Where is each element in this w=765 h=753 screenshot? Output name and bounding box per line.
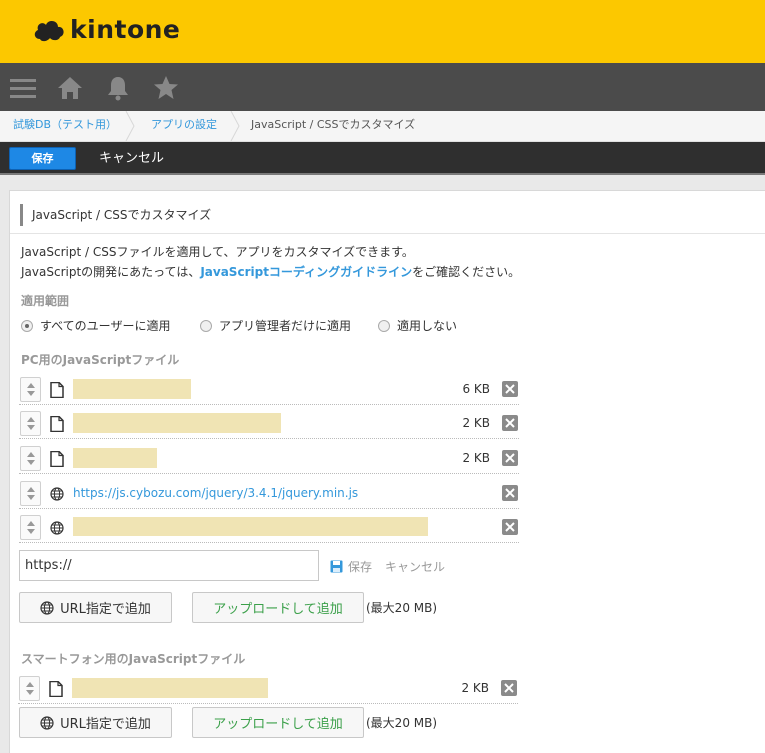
- sort-handle[interactable]: [20, 411, 41, 436]
- globe-icon: [40, 600, 54, 615]
- arrow-up-icon: [26, 521, 35, 526]
- mobile-upload-button[interactable]: アップロードして追加: [192, 707, 364, 738]
- breadcrumb-settings[interactable]: アプリの設定: [151, 111, 217, 141]
- cloud-logo-icon: [34, 20, 64, 41]
- header-bar: kintone: [0, 0, 765, 63]
- breadcrumb-app[interactable]: 試験DB（テスト用）: [13, 111, 117, 141]
- delete-icon[interactable]: [502, 450, 518, 466]
- arrow-up-icon: [26, 452, 35, 457]
- arrow-up-icon: [26, 487, 35, 492]
- file-size: 2 KB: [462, 451, 490, 465]
- description-line-2: JavaScriptの開発にあたっては、JavaScriptコーディングガイドラ…: [21, 263, 520, 280]
- action-bar: 保存 キャンセル: [0, 142, 765, 175]
- arrow-down-icon: [25, 690, 34, 695]
- url-cancel-button[interactable]: キャンセル: [385, 558, 445, 575]
- description-prefix: JavaScriptの開発にあたっては、: [21, 265, 201, 279]
- file-size: 2 KB: [461, 681, 489, 695]
- upload-button[interactable]: アップロードして追加: [192, 592, 364, 623]
- scope-label: 適用範囲: [21, 294, 70, 308]
- file-url-link[interactable]: https://js.cybozu.com/jquery/3.4.1/jquer…: [73, 486, 358, 500]
- radio-unchecked-icon: [200, 319, 212, 332]
- scope-radio-none[interactable]: 適用しない: [378, 317, 457, 334]
- max-size-label: (最大20 MB): [366, 716, 438, 730]
- file-name[interactable]: [73, 413, 281, 433]
- arrow-down-icon: [26, 391, 35, 396]
- file-name[interactable]: [72, 678, 268, 698]
- star-icon[interactable]: [152, 74, 180, 102]
- sort-handle[interactable]: [20, 481, 41, 506]
- file-size: 2 KB: [462, 416, 490, 430]
- breadcrumb-chevron-icon: [230, 111, 240, 141]
- delete-icon[interactable]: [502, 415, 518, 431]
- sort-handle[interactable]: [20, 515, 41, 540]
- arrow-up-icon: [26, 383, 35, 388]
- add-url-label: URL指定で追加: [60, 602, 151, 617]
- description-suffix: をご確認ください。: [412, 265, 521, 279]
- file-icon: [50, 451, 64, 467]
- file-row: 2 KB: [19, 407, 519, 439]
- file-size: 6 KB: [462, 382, 490, 396]
- sort-handle[interactable]: [19, 676, 40, 701]
- file-icon: [50, 382, 64, 398]
- delete-icon[interactable]: [501, 680, 517, 696]
- scope-option-label: アプリ管理者だけに適用: [219, 319, 352, 333]
- breadcrumb-chevron-icon: [125, 111, 135, 141]
- bell-icon[interactable]: [104, 74, 132, 102]
- sort-handle[interactable]: [20, 377, 41, 402]
- scope-option-label: 適用しない: [397, 319, 458, 333]
- add-url-button[interactable]: URL指定で追加: [19, 592, 172, 623]
- divider: [10, 233, 765, 234]
- brand-name: kintone: [70, 15, 181, 44]
- arrow-down-icon: [26, 425, 35, 430]
- cancel-button[interactable]: キャンセル: [99, 147, 164, 170]
- globe-icon: [50, 487, 64, 501]
- scope-radio-all[interactable]: すべてのユーザーに適用: [21, 317, 170, 334]
- file-row: 2 KB: [19, 442, 519, 474]
- file-name[interactable]: [73, 379, 191, 399]
- radio-unchecked-icon: [378, 319, 390, 332]
- delete-icon[interactable]: [502, 519, 518, 535]
- url-row: [19, 511, 519, 543]
- file-name[interactable]: [73, 448, 157, 468]
- url-save-button[interactable]: 保存: [330, 558, 372, 575]
- url-input[interactable]: [19, 550, 319, 581]
- file-url[interactable]: [73, 517, 428, 536]
- guideline-link[interactable]: JavaScriptコーディングガイドライン: [200, 265, 412, 279]
- globe-icon: [40, 715, 54, 730]
- floppy-disk-icon: [330, 560, 343, 573]
- delete-icon[interactable]: [502, 485, 518, 501]
- max-size-label: (最大20 MB): [366, 601, 438, 615]
- pc-js-label: PC用のJavaScriptファイル: [21, 353, 180, 367]
- delete-icon[interactable]: [502, 381, 518, 397]
- file-icon: [50, 416, 64, 432]
- breadcrumb-current: JavaScript / CSSでカスタマイズ: [251, 118, 416, 131]
- globe-icon: [50, 521, 64, 535]
- url-row: https://js.cybozu.com/jquery/3.4.1/jquer…: [19, 477, 519, 509]
- mobile-add-url-button[interactable]: URL指定で追加: [19, 707, 172, 738]
- sort-handle[interactable]: [20, 446, 41, 471]
- file-icon: [49, 681, 63, 697]
- url-save-label: 保存: [348, 560, 373, 574]
- arrow-down-icon: [26, 495, 35, 500]
- kintone-logo[interactable]: kintone: [32, 15, 180, 44]
- file-row: 6 KB: [19, 373, 519, 405]
- arrow-up-icon: [26, 417, 35, 422]
- global-nav: [0, 63, 765, 111]
- settings-panel: JavaScript / CSSでカスタマイズ JavaScript / CSS…: [9, 190, 765, 753]
- home-icon[interactable]: [56, 74, 84, 102]
- mobile-js-label: スマートフォン用のJavaScriptファイル: [21, 652, 246, 666]
- arrow-down-icon: [26, 460, 35, 465]
- menu-icon[interactable]: [9, 74, 37, 102]
- scope-option-label: すべてのユーザーに適用: [40, 319, 171, 333]
- file-row: 2 KB: [18, 672, 518, 704]
- add-url-label: URL指定で追加: [60, 717, 151, 732]
- arrow-up-icon: [25, 682, 34, 687]
- description-line-1: JavaScript / CSSファイルを適用して、アプリをカスタマイズできます…: [21, 245, 414, 259]
- scope-radio-admin[interactable]: アプリ管理者だけに適用: [200, 317, 351, 334]
- radio-checked-icon: [21, 319, 33, 332]
- save-button[interactable]: 保存: [9, 147, 76, 170]
- breadcrumb: 試験DB（テスト用） アプリの設定 JavaScript / CSSでカスタマイ…: [0, 111, 765, 142]
- panel-title: JavaScript / CSSでカスタマイズ: [20, 204, 211, 226]
- arrow-down-icon: [26, 529, 35, 534]
